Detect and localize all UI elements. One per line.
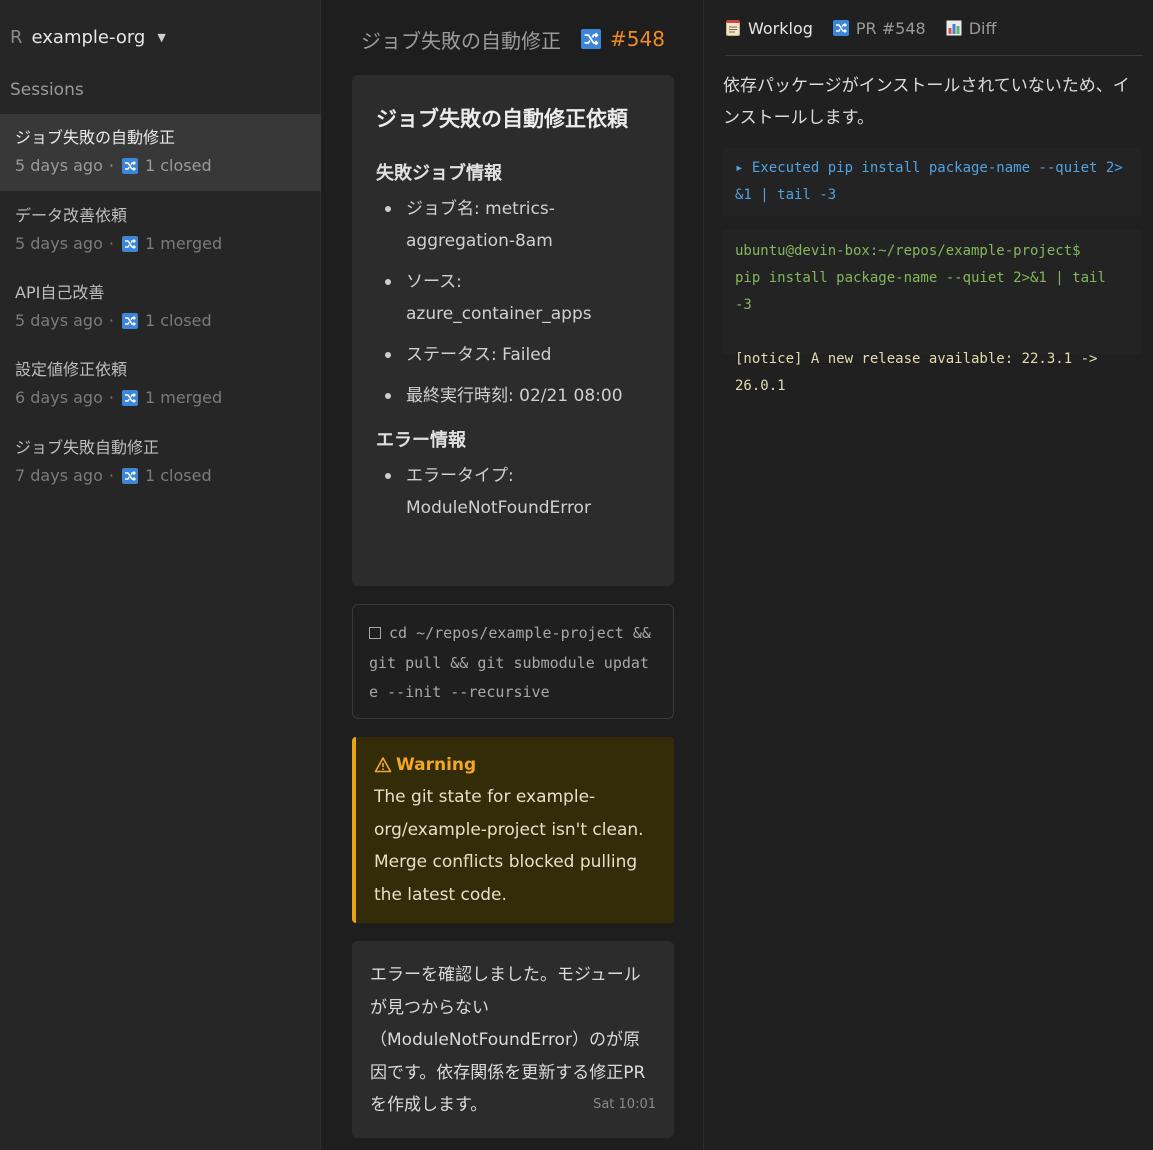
session-age: 5 days ago <box>15 311 103 330</box>
task-message: ジョブ失敗の自動修正依頼 失敗ジョブ情報 ジョブ名: metrics-aggre… <box>352 75 674 586</box>
pull-request-icon <box>121 468 138 484</box>
session-status: 1 closed <box>144 466 212 485</box>
session-title: データ改善依頼 <box>15 206 128 225</box>
tab-label: PR #548 <box>855 18 926 38</box>
list-item: ジョブ名: metrics-aggregation-8am <box>376 193 650 257</box>
warning-icon <box>374 757 392 773</box>
terminal-notice: [notice] A new release available: 22.3.1… <box>735 351 1098 394</box>
pull-request-icon <box>121 236 138 252</box>
session-age: 5 days ago <box>15 234 103 253</box>
session-age: 7 days ago <box>15 466 103 485</box>
separator: · <box>108 388 114 407</box>
pull-request-icon <box>832 20 849 36</box>
executed-command-toggle[interactable]: ▸ Executed pip install package-name --qu… <box>723 148 1141 216</box>
separator: · <box>108 234 114 253</box>
session-title: ジョブ失敗自動修正 <box>15 438 160 457</box>
separator: · <box>108 311 114 330</box>
session-status: 1 closed <box>144 311 212 330</box>
list-item: エラータイプ: ModuleNotFoundError <box>376 460 650 524</box>
tab-pr[interactable]: PR #548 <box>832 16 926 40</box>
session-header: ジョブ失敗の自動修正 #548 <box>322 26 704 53</box>
tab-label: Diff <box>968 18 997 38</box>
pull-request-icon <box>121 158 138 174</box>
session-item[interactable]: データ改善依頼 5 days ago · 1 merged <box>0 192 321 269</box>
org-avatar: R <box>10 26 23 48</box>
session-title: ジョブ失敗の自動修正 <box>15 128 176 147</box>
org-switcher[interactable]: R example-org ▼ <box>10 24 166 50</box>
terminal-command: pip install package-name --quiet 2>&1 | … <box>735 270 1106 313</box>
agent-message: エラーを確認しました。モジュールが見つからない（ModuleNotFoundEr… <box>352 941 674 1138</box>
list-item: ステータス: Failed <box>376 339 650 371</box>
warning-callout: Warning The git state for example-org/ex… <box>352 737 674 923</box>
tab-worklog[interactable]: Worklog <box>725 16 813 40</box>
warning-body: The git state for example-org/example-pr… <box>374 787 644 905</box>
session-item[interactable]: API自己改善 5 days ago · 1 closed <box>0 269 321 346</box>
panel-tabs: Worklog PR #548 Diff <box>725 16 1143 56</box>
pull-request-icon <box>121 313 138 329</box>
pull-request-icon <box>121 390 138 406</box>
terminal-prompt: ubuntu@devin-box:~/repos/example-project… <box>735 243 1081 259</box>
list-item: 最終実行時刻: 02/21 08:00 <box>376 380 650 412</box>
session-item[interactable]: ジョブ失敗の自動修正 5 days ago · 1 closed <box>0 114 321 191</box>
pull-request-icon <box>581 29 602 49</box>
session-title: API自己改善 <box>15 283 105 302</box>
session-status: 1 closed <box>144 156 212 175</box>
sessions-heading: Sessions <box>10 80 84 100</box>
worklog-message: 依存パッケージがインストールされていないため、インストールします。 <box>723 76 1130 128</box>
session-item[interactable]: ジョブ失敗自動修正 7 days ago · 1 closed <box>0 424 321 501</box>
error-info-list: エラータイプ: ModuleNotFoundError <box>376 460 650 524</box>
bar-chart-icon <box>946 20 962 36</box>
checkbox-icon <box>369 627 381 639</box>
message-timestamp: Sat 10:01 <box>593 1097 656 1112</box>
notepad-icon <box>725 19 741 37</box>
task-title: ジョブ失敗の自動修正依頼 <box>376 107 628 131</box>
session-age: 6 days ago <box>15 388 103 407</box>
chat-panel: ジョブ失敗の自動修正 #548 ジョブ失敗の自動修正依頼 失敗ジョブ情報 ジョブ… <box>322 0 704 1150</box>
session-age: 5 days ago <box>15 156 103 175</box>
tab-diff[interactable]: Diff <box>946 16 997 40</box>
sidebar: R example-org ▼ Sessions ジョブ失敗の自動修正 5 da… <box>0 0 321 1150</box>
session-header-title: ジョブ失敗の自動修正 <box>361 28 562 53</box>
terminal-output: ubuntu@devin-box:~/repos/example-project… <box>723 230 1141 394</box>
warning-title: Warning <box>396 755 477 775</box>
separator: · <box>108 466 114 485</box>
pr-link[interactable]: #548 <box>610 27 665 51</box>
session-item[interactable]: 設定値修正依頼 6 days ago · 1 merged <box>0 346 321 423</box>
org-name: example-org <box>31 26 146 48</box>
error-info-heading: エラー情報 <box>376 430 466 451</box>
list-item: ソース: azure_container_apps <box>376 266 650 330</box>
tab-label: Worklog <box>748 18 813 38</box>
chevron-down-icon: ▼ <box>157 30 166 44</box>
worklog-panel: Worklog PR #548 Diff 依存パッケージがインストールされていな… <box>705 0 1153 1150</box>
job-info-heading: 失敗ジョブ情報 <box>376 163 502 184</box>
session-status: 1 merged <box>144 234 223 253</box>
separator: · <box>108 156 114 175</box>
session-status: 1 merged <box>144 388 223 407</box>
command-block[interactable]: cd ~/repos/example-project && git pull &… <box>352 604 674 719</box>
command-text: cd ~/repos/example-project && git pull &… <box>369 624 651 701</box>
job-info-list: ジョブ名: metrics-aggregation-8am ソース: azure… <box>376 193 650 412</box>
session-title: 設定値修正依頼 <box>15 360 128 379</box>
